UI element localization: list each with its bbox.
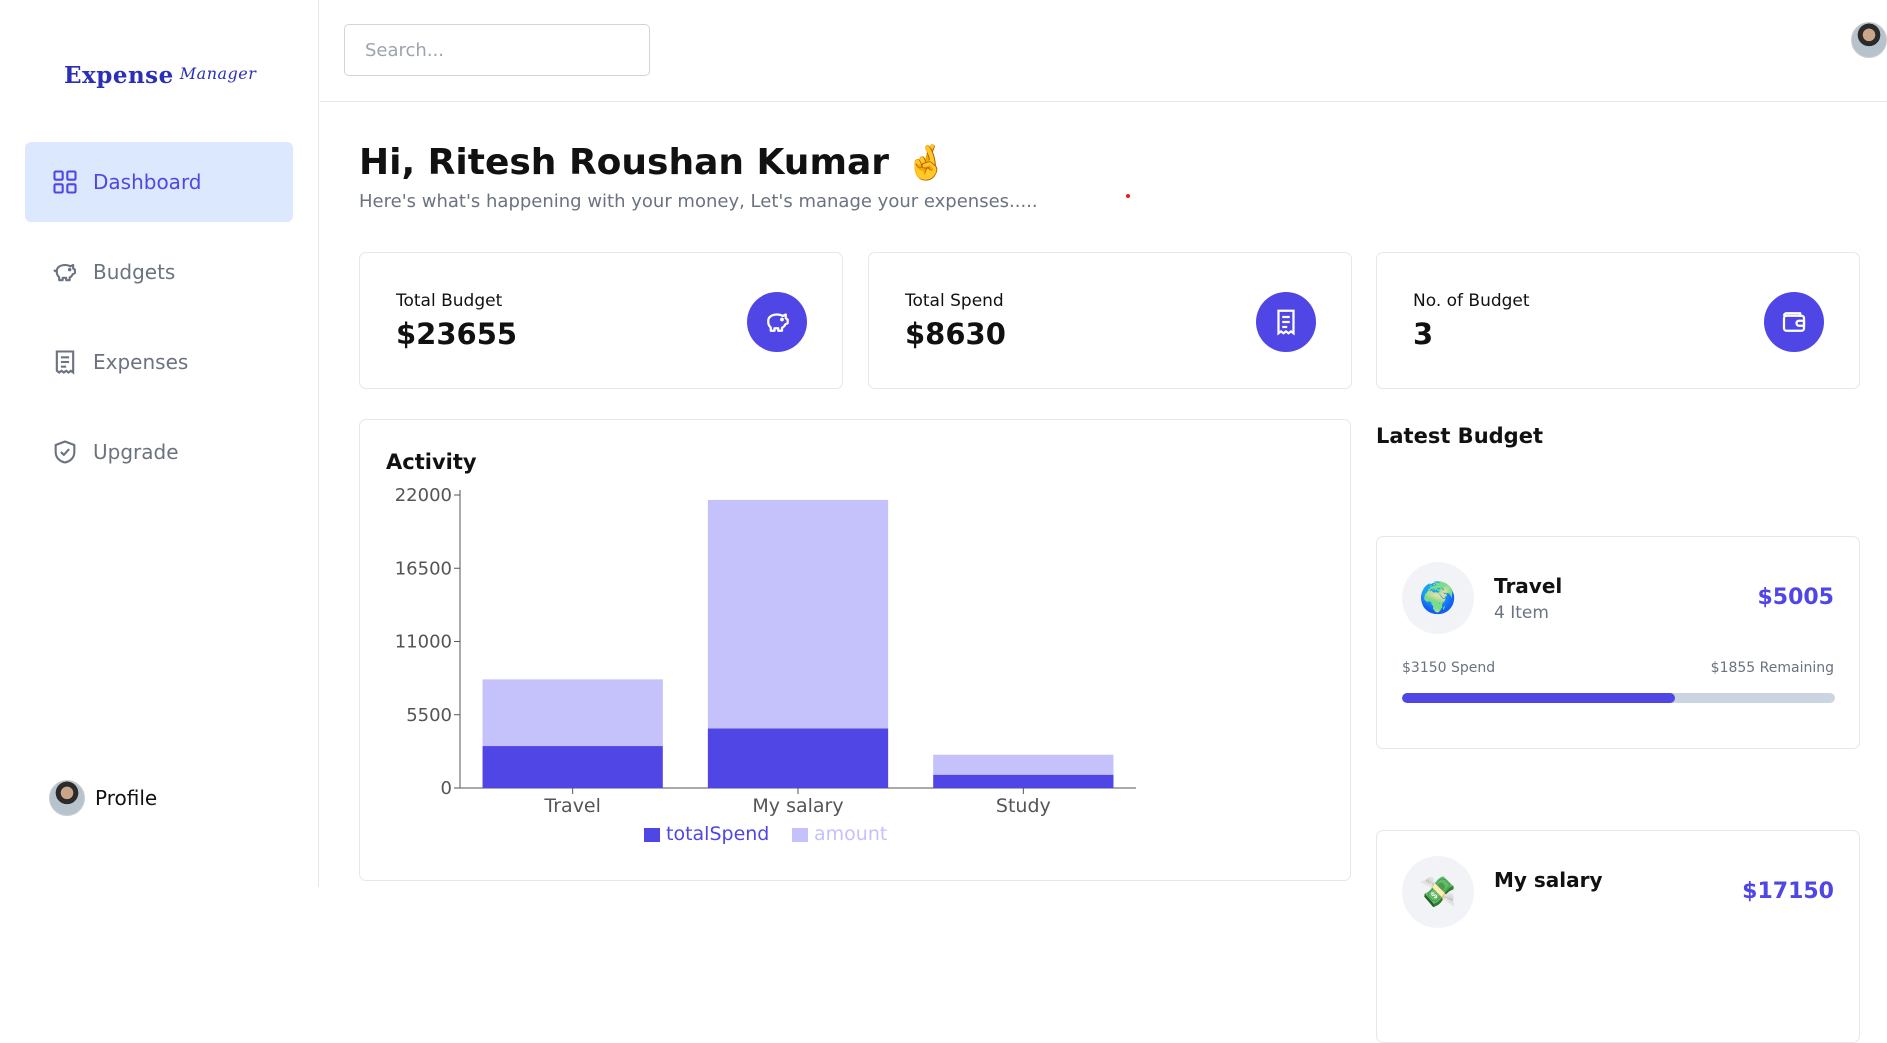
stat-value: $8630 [905, 317, 1006, 351]
money-icon: 💸 [1402, 856, 1474, 928]
budget-item-count: 4 Item [1494, 603, 1549, 623]
bar-totalSpend [482, 746, 663, 788]
stat-value: $23655 [396, 317, 518, 351]
profile-label: Profile [95, 786, 158, 810]
globe-icon: 🌍 [1402, 562, 1474, 634]
bar-totalSpend [933, 774, 1114, 788]
sidebar-item-label: Upgrade [93, 440, 179, 464]
legend-label: amount [814, 823, 887, 845]
logo-main-text: Expense [64, 62, 174, 89]
sidebar-item-label: Dashboard [93, 170, 202, 194]
search-input[interactable] [344, 24, 650, 76]
stat-value: 3 [1413, 317, 1434, 351]
x-tick-label: Travel [543, 795, 600, 817]
greeting-text: Hi, Ritesh Roushan Kumar [359, 142, 889, 183]
budget-spend: $3150 Spend [1402, 660, 1496, 676]
stat-label: Total Spend [905, 291, 1004, 311]
piggy-bank-icon [53, 263, 76, 282]
receipt-icon [1256, 292, 1316, 352]
profile-link[interactable]: Profile [49, 780, 157, 816]
latest-budget-title: Latest Budget [1376, 424, 1543, 448]
bar-amount [707, 499, 889, 729]
x-tick-label: Study [996, 795, 1051, 817]
budget-progress-fill [1402, 693, 1675, 703]
y-tick-label: 11000 [395, 632, 452, 653]
sidebar: Expense Manager Dashboard Budgets Expense… [0, 0, 319, 887]
bar-amount [482, 679, 663, 747]
y-tick-label: 0 [441, 778, 452, 799]
budget-card-travel[interactable]: 🌍 Travel 4 Item $5005 $3150 Spend $1855 … [1376, 536, 1860, 749]
legend-swatch [644, 828, 660, 842]
wallet-icon [1764, 292, 1824, 352]
legend-swatch [792, 828, 808, 842]
budget-card-my-salary[interactable]: 💸 My salary $17150 [1376, 830, 1860, 1043]
sidebar-item-label: Budgets [93, 260, 176, 284]
bar-amount [933, 754, 1114, 775]
y-tick-label: 22000 [395, 485, 452, 506]
crossed-fingers-icon: 🤞 [905, 142, 948, 183]
page-title: Hi, Ritesh Roushan Kumar 🤞 [359, 142, 947, 183]
stat-card-total-budget: Total Budget $23655 [359, 252, 843, 389]
user-avatar[interactable] [1851, 22, 1887, 58]
activity-chart: 0 5500 11000 16500 22000 Travel My salary Study… [395, 485, 1136, 845]
topbar [320, 0, 1887, 102]
x-tick-label: My salary [752, 795, 843, 817]
receipt-icon [55, 350, 75, 375]
logo-sub-text: Manager [179, 64, 257, 83]
budget-progress-bar [1402, 693, 1835, 703]
legend-label: totalSpend [666, 823, 769, 845]
page-subtitle: Here's what's happening with your money,… [359, 191, 1038, 212]
y-tick-label: 5500 [406, 705, 452, 726]
piggy-bank-icon [747, 292, 807, 352]
bar-totalSpend [707, 728, 889, 788]
stat-card-no-of-budget: No. of Budget 3 [1376, 252, 1860, 389]
sidebar-item-expenses[interactable]: Expenses [25, 322, 293, 402]
stat-label: No. of Budget [1413, 291, 1530, 311]
budget-amount: $17150 [1742, 879, 1834, 904]
budget-amount: $5005 [1757, 585, 1834, 610]
avatar [49, 780, 85, 816]
shield-check-icon [54, 440, 76, 464]
stat-label: Total Budget [396, 291, 503, 311]
app-logo[interactable]: Expense Manager [64, 62, 256, 89]
cursor-dot [1126, 194, 1130, 198]
budget-name: Travel [1494, 574, 1563, 598]
budget-remaining: $1855 Remaining [1710, 660, 1834, 676]
activity-card: Activity 0 5500 11000 16500 22000 Travel My sa… [359, 419, 1351, 881]
sidebar-item-label: Expenses [93, 350, 189, 374]
y-tick-label: 16500 [395, 558, 452, 579]
sidebar-item-upgrade[interactable]: Upgrade [25, 412, 293, 492]
stat-card-total-spend: Total Spend $8630 [868, 252, 1352, 389]
budget-name: My salary [1494, 868, 1603, 892]
sidebar-item-budgets[interactable]: Budgets [25, 232, 293, 312]
grid-icon [53, 170, 77, 194]
sidebar-item-dashboard[interactable]: Dashboard [25, 142, 293, 222]
